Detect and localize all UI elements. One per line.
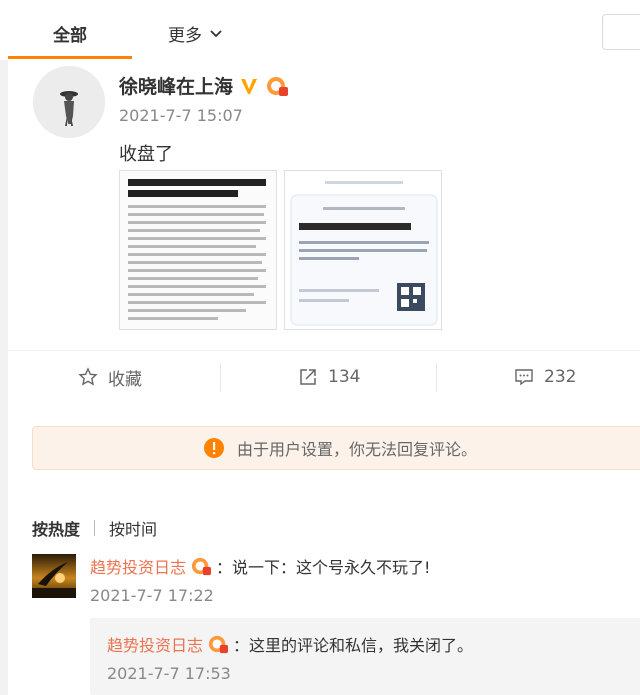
- commenter-avatar[interactable]: [32, 554, 76, 598]
- member-badge-icon[interactable]: [265, 75, 289, 97]
- share-count: 134: [328, 367, 361, 387]
- reply-username[interactable]: 趋势投资日志: [107, 632, 203, 656]
- comment-text: ：说一下：这个号永久不玩了!: [216, 558, 431, 577]
- notice-text: 由于用户设置，你无法回复评论。: [236, 440, 477, 459]
- chevron-down-icon: [210, 30, 222, 38]
- sort-by-hot[interactable]: 按热度: [32, 516, 80, 540]
- author-row: 徐晓峰在上海: [119, 72, 289, 99]
- comment-sort: 按热度 按时间: [32, 516, 157, 540]
- tab-all-label: 全部: [53, 25, 87, 46]
- author-name[interactable]: 徐晓峰在上海: [119, 72, 233, 99]
- search-input[interactable]: [602, 14, 640, 50]
- action-divider: [436, 363, 437, 391]
- tab-all[interactable]: 全部: [8, 10, 132, 59]
- comment-icon: [515, 369, 533, 386]
- action-bar: 收藏 134 232: [8, 350, 640, 402]
- sort-by-time[interactable]: 按时间: [109, 516, 157, 540]
- share-button[interactable]: 134: [298, 351, 360, 403]
- verified-v-icon: [241, 78, 258, 94]
- reply-text: ：这里的评论和私信，我关闭了。: [233, 636, 474, 655]
- tab-more[interactable]: 更多: [168, 10, 224, 56]
- sort-divider: [94, 520, 96, 536]
- action-divider: [220, 363, 221, 391]
- comment-line: 趋势投资日志 ：说一下：这个号永久不玩了!: [90, 554, 430, 578]
- post-text: 收盘了: [119, 144, 173, 165]
- post-time[interactable]: 2021-7-7 15:07: [119, 106, 243, 125]
- comment-button[interactable]: 232: [514, 351, 576, 403]
- share-icon: [300, 369, 316, 385]
- favorite-label: 收藏: [108, 369, 142, 390]
- comments-section: 由于用户设置，你无法回复评论。 按热度 按时间 趋势投资日志 ：说一下：这个号永…: [8, 402, 640, 695]
- warning-icon: [203, 438, 224, 458]
- avatar[interactable]: [33, 66, 105, 138]
- comment-username[interactable]: 趋势投资日志: [90, 554, 186, 578]
- member-badge-icon[interactable]: [207, 634, 229, 654]
- post-image-north-capital[interactable]: [284, 170, 442, 330]
- member-badge-icon[interactable]: [190, 556, 212, 576]
- star-icon: [78, 367, 98, 386]
- tab-more-label: 更多: [168, 25, 202, 46]
- reply-line: 趋势投资日志 ：这里的评论和私信，我关闭了。: [107, 632, 473, 656]
- top-tab-bar: 全部 更多: [0, 0, 640, 60]
- post-card: 徐晓峰在上海 2021-7-7 15:07 收盘了: [8, 60, 640, 350]
- reply-time: 2021-7-7 17:53: [107, 664, 231, 683]
- post-image-report[interactable]: [119, 170, 277, 330]
- reply-disabled-notice: 由于用户设置，你无法回复评论。: [32, 426, 640, 470]
- comment-count: 232: [544, 367, 577, 387]
- comment-time: 2021-7-7 17:22: [90, 586, 214, 605]
- reply-box: 趋势投资日志 ：这里的评论和私信，我关闭了。 2021-7-7 17:53: [90, 618, 640, 695]
- favorite-button[interactable]: 收藏: [78, 351, 142, 403]
